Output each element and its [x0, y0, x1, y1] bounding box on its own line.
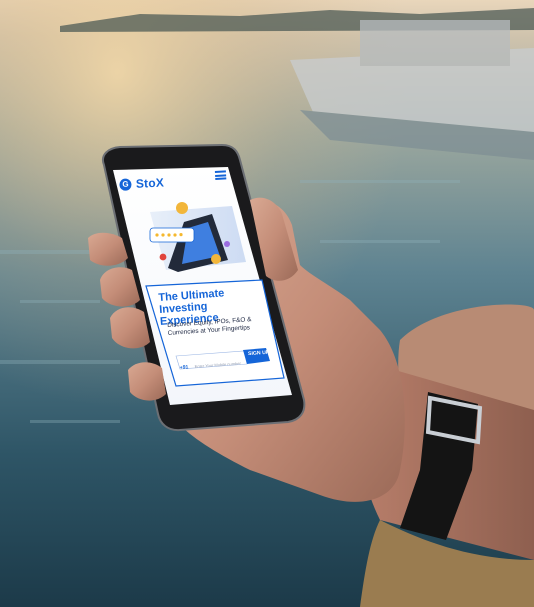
coin-icon — [176, 202, 188, 214]
brand-name[interactable]: StoX — [136, 175, 165, 190]
coin-icon-2 — [211, 254, 221, 264]
location-pin-icon — [159, 253, 167, 261]
country-code[interactable]: +91 — [180, 364, 189, 371]
hero-illustration — [149, 202, 246, 272]
brand-logo-icon[interactable]: G — [119, 178, 132, 191]
hamburger-icon[interactable] — [214, 170, 227, 180]
finger-4 — [128, 362, 166, 401]
finger-3 — [110, 307, 150, 349]
signup-button-label[interactable]: SIGN UP — [248, 350, 270, 357]
